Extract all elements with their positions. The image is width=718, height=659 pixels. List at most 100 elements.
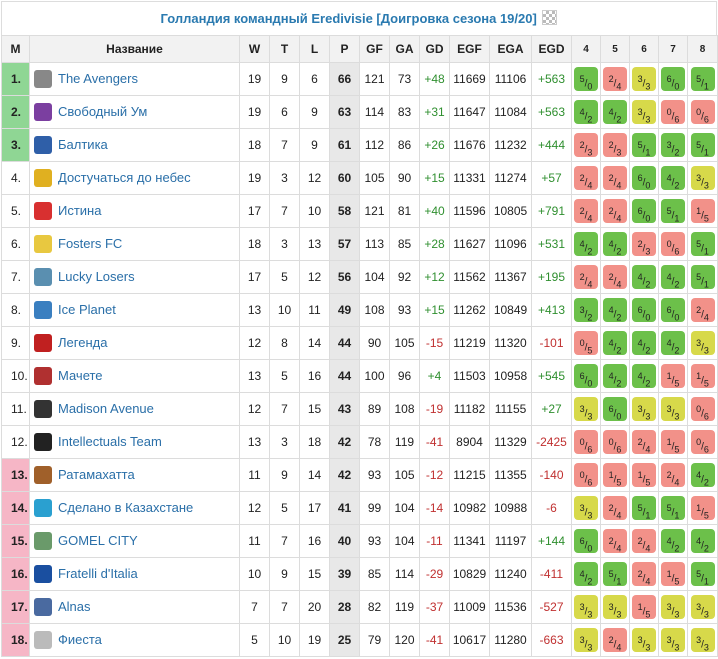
match-result-chip[interactable]: 4/2 [690, 529, 715, 553]
match-result-chip[interactable]: 0/6 [661, 232, 685, 256]
col-header-t[interactable]: T [269, 35, 300, 63]
team-name-link[interactable]: Легенда [58, 335, 107, 350]
col-header-gf[interactable]: GF [359, 35, 390, 63]
match-result-chip[interactable]: 4/2 [632, 331, 656, 355]
match-result-chip[interactable]: 0/5 [574, 331, 598, 355]
table-title[interactable]: Голландия командный Eredivisie [Доигровк… [161, 11, 537, 26]
team-name-link[interactable]: Alnas [58, 599, 91, 614]
match-result-chip[interactable]: 4/2 [661, 331, 685, 355]
match-result-chip[interactable]: 4/2 [661, 265, 685, 289]
match-result-chip[interactable]: 5/1 [690, 562, 715, 586]
match-result-chip[interactable]: 3/3 [690, 166, 715, 190]
col-header-rank[interactable]: М [1, 35, 30, 63]
match-result-chip[interactable]: 3/3 [690, 331, 715, 355]
match-result-chip[interactable]: 2/4 [603, 529, 627, 553]
match-result-chip[interactable]: 5/1 [690, 67, 715, 91]
team-name-link[interactable]: Fosters FC [58, 236, 122, 251]
match-result-chip[interactable]: 5/1 [690, 232, 715, 256]
team-name-link[interactable]: Ice Planet [58, 302, 116, 317]
match-result-chip[interactable]: 1/5 [661, 430, 685, 454]
match-result-chip[interactable]: 1/5 [690, 199, 715, 223]
match-result-chip[interactable]: 3/3 [574, 595, 598, 619]
match-result-chip[interactable]: 4/2 [632, 265, 656, 289]
match-result-chip[interactable]: 2/4 [574, 265, 598, 289]
match-result-chip[interactable]: 6/0 [574, 364, 598, 388]
match-result-chip[interactable]: 4/2 [603, 364, 627, 388]
team-name-link[interactable]: Intellectuals Team [58, 434, 162, 449]
team-name-link[interactable]: Свободный Ум [58, 104, 147, 119]
match-result-chip[interactable]: 1/5 [661, 562, 685, 586]
match-result-chip[interactable]: 4/2 [661, 529, 685, 553]
match-result-chip[interactable]: 2/4 [632, 529, 656, 553]
match-result-chip[interactable]: 6/0 [661, 298, 685, 322]
match-result-chip[interactable]: 4/2 [603, 232, 627, 256]
match-result-chip[interactable]: 0/6 [690, 430, 715, 454]
match-result-chip[interactable]: 1/5 [661, 364, 685, 388]
team-name-link[interactable]: The Avengers [58, 71, 138, 86]
match-result-chip[interactable]: 4/2 [603, 331, 627, 355]
match-result-chip[interactable]: 5/1 [603, 562, 627, 586]
match-result-chip[interactable]: 3/3 [632, 397, 656, 421]
team-name-link[interactable]: Lucky Losers [58, 269, 135, 284]
match-result-chip[interactable]: 0/6 [574, 430, 598, 454]
col-header-egf[interactable]: EGF [449, 35, 490, 63]
match-result-chip[interactable]: 5/1 [661, 199, 685, 223]
team-name-link[interactable]: Балтика [58, 137, 108, 152]
team-name-link[interactable]: Ратамахатта [58, 467, 135, 482]
match-result-chip[interactable]: 3/2 [661, 133, 685, 157]
col-header-w[interactable]: W [239, 35, 270, 63]
match-result-chip[interactable]: 6/0 [632, 199, 656, 223]
match-result-chip[interactable]: 1/5 [632, 463, 656, 487]
match-result-chip[interactable]: 0/6 [690, 397, 715, 421]
match-result-chip[interactable]: 4/2 [574, 562, 598, 586]
match-result-chip[interactable]: 3/3 [661, 628, 685, 652]
team-name-link[interactable]: Сделано в Казахстане [58, 500, 193, 515]
col-header-name[interactable]: Название [29, 35, 240, 63]
match-result-chip[interactable]: 2/4 [603, 628, 627, 652]
col-header-ega[interactable]: EGA [489, 35, 532, 63]
match-result-chip[interactable]: 3/3 [632, 100, 656, 124]
team-name-link[interactable]: GOMEL CITY [58, 533, 138, 548]
match-result-chip[interactable]: 0/6 [661, 100, 685, 124]
match-result-chip[interactable]: 2/4 [603, 166, 627, 190]
match-result-chip[interactable]: 5/1 [632, 496, 656, 520]
match-result-chip[interactable]: 5/1 [661, 496, 685, 520]
col-header-gd[interactable]: GD [419, 35, 450, 63]
match-result-chip[interactable]: 3/3 [574, 496, 598, 520]
match-result-chip[interactable]: 2/4 [603, 199, 627, 223]
match-result-chip[interactable]: 0/6 [574, 463, 598, 487]
match-result-chip[interactable]: 2/4 [603, 67, 627, 91]
match-result-chip[interactable]: 2/3 [574, 133, 598, 157]
match-result-chip[interactable]: 2/4 [632, 562, 656, 586]
match-result-chip[interactable]: 2/4 [574, 199, 598, 223]
match-result-chip[interactable]: 4/2 [574, 232, 598, 256]
match-result-chip[interactable]: 6/0 [632, 298, 656, 322]
match-result-chip[interactable]: 1/5 [690, 364, 715, 388]
col-header-ga[interactable]: GA [389, 35, 420, 63]
match-result-chip[interactable]: 6/0 [603, 397, 627, 421]
match-result-chip[interactable]: 2/3 [603, 133, 627, 157]
match-result-chip[interactable]: 1/5 [632, 595, 656, 619]
match-result-chip[interactable]: 3/2 [574, 298, 598, 322]
match-result-chip[interactable]: 3/3 [661, 397, 685, 421]
match-result-chip[interactable]: 2/4 [661, 463, 685, 487]
match-result-chip[interactable]: 4/2 [690, 463, 715, 487]
match-result-chip[interactable]: 4/2 [661, 166, 685, 190]
match-result-chip[interactable]: 2/4 [690, 298, 715, 322]
team-name-link[interactable]: Madison Avenue [58, 401, 154, 416]
match-result-chip[interactable]: 2/3 [632, 232, 656, 256]
match-result-chip[interactable]: 2/4 [603, 265, 627, 289]
match-result-chip[interactable]: 1/5 [690, 496, 715, 520]
match-result-chip[interactable]: 6/0 [632, 166, 656, 190]
match-result-chip[interactable]: 2/4 [603, 496, 627, 520]
team-name-link[interactable]: Достучаться до небес [58, 170, 191, 185]
match-result-chip[interactable]: 3/3 [661, 595, 685, 619]
match-result-chip[interactable]: 5/1 [632, 133, 656, 157]
match-result-chip[interactable]: 3/3 [574, 397, 598, 421]
match-result-chip[interactable]: 6/0 [661, 67, 685, 91]
match-result-chip[interactable]: 2/4 [574, 166, 598, 190]
match-result-chip[interactable]: 4/2 [574, 100, 598, 124]
match-result-chip[interactable]: 3/3 [632, 67, 656, 91]
match-result-chip[interactable]: 6/0 [574, 529, 598, 553]
match-result-chip[interactable]: 3/3 [632, 628, 656, 652]
